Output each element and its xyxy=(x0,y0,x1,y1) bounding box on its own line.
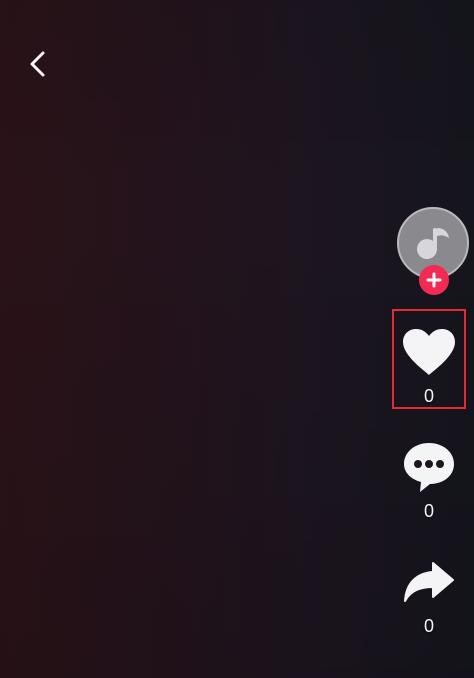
like-count: 0 xyxy=(423,386,434,406)
comment-count: 0 xyxy=(423,501,434,521)
music-note-avatar-icon xyxy=(417,228,449,259)
share-count: 0 xyxy=(423,616,434,636)
like-icon-box xyxy=(400,323,458,381)
like-button[interactable]: 0 xyxy=(392,323,466,405)
share-icon-box xyxy=(401,553,457,611)
follow-button[interactable] xyxy=(419,265,449,295)
back-button[interactable] xyxy=(18,44,56,84)
share-arrow-icon xyxy=(404,562,454,602)
chevron-left-icon xyxy=(30,51,45,77)
comment-icon-box xyxy=(400,438,458,496)
action-rail: 0 0 0 xyxy=(374,0,474,678)
share-button[interactable]: 0 xyxy=(392,553,466,635)
plus-icon xyxy=(426,272,442,288)
heart-icon xyxy=(403,329,455,375)
comment-button[interactable]: 0 xyxy=(392,438,466,520)
chat-bubble-icon xyxy=(404,443,454,492)
creator-avatar-group xyxy=(397,207,473,297)
video-screen: 0 0 0 xyxy=(0,0,474,678)
